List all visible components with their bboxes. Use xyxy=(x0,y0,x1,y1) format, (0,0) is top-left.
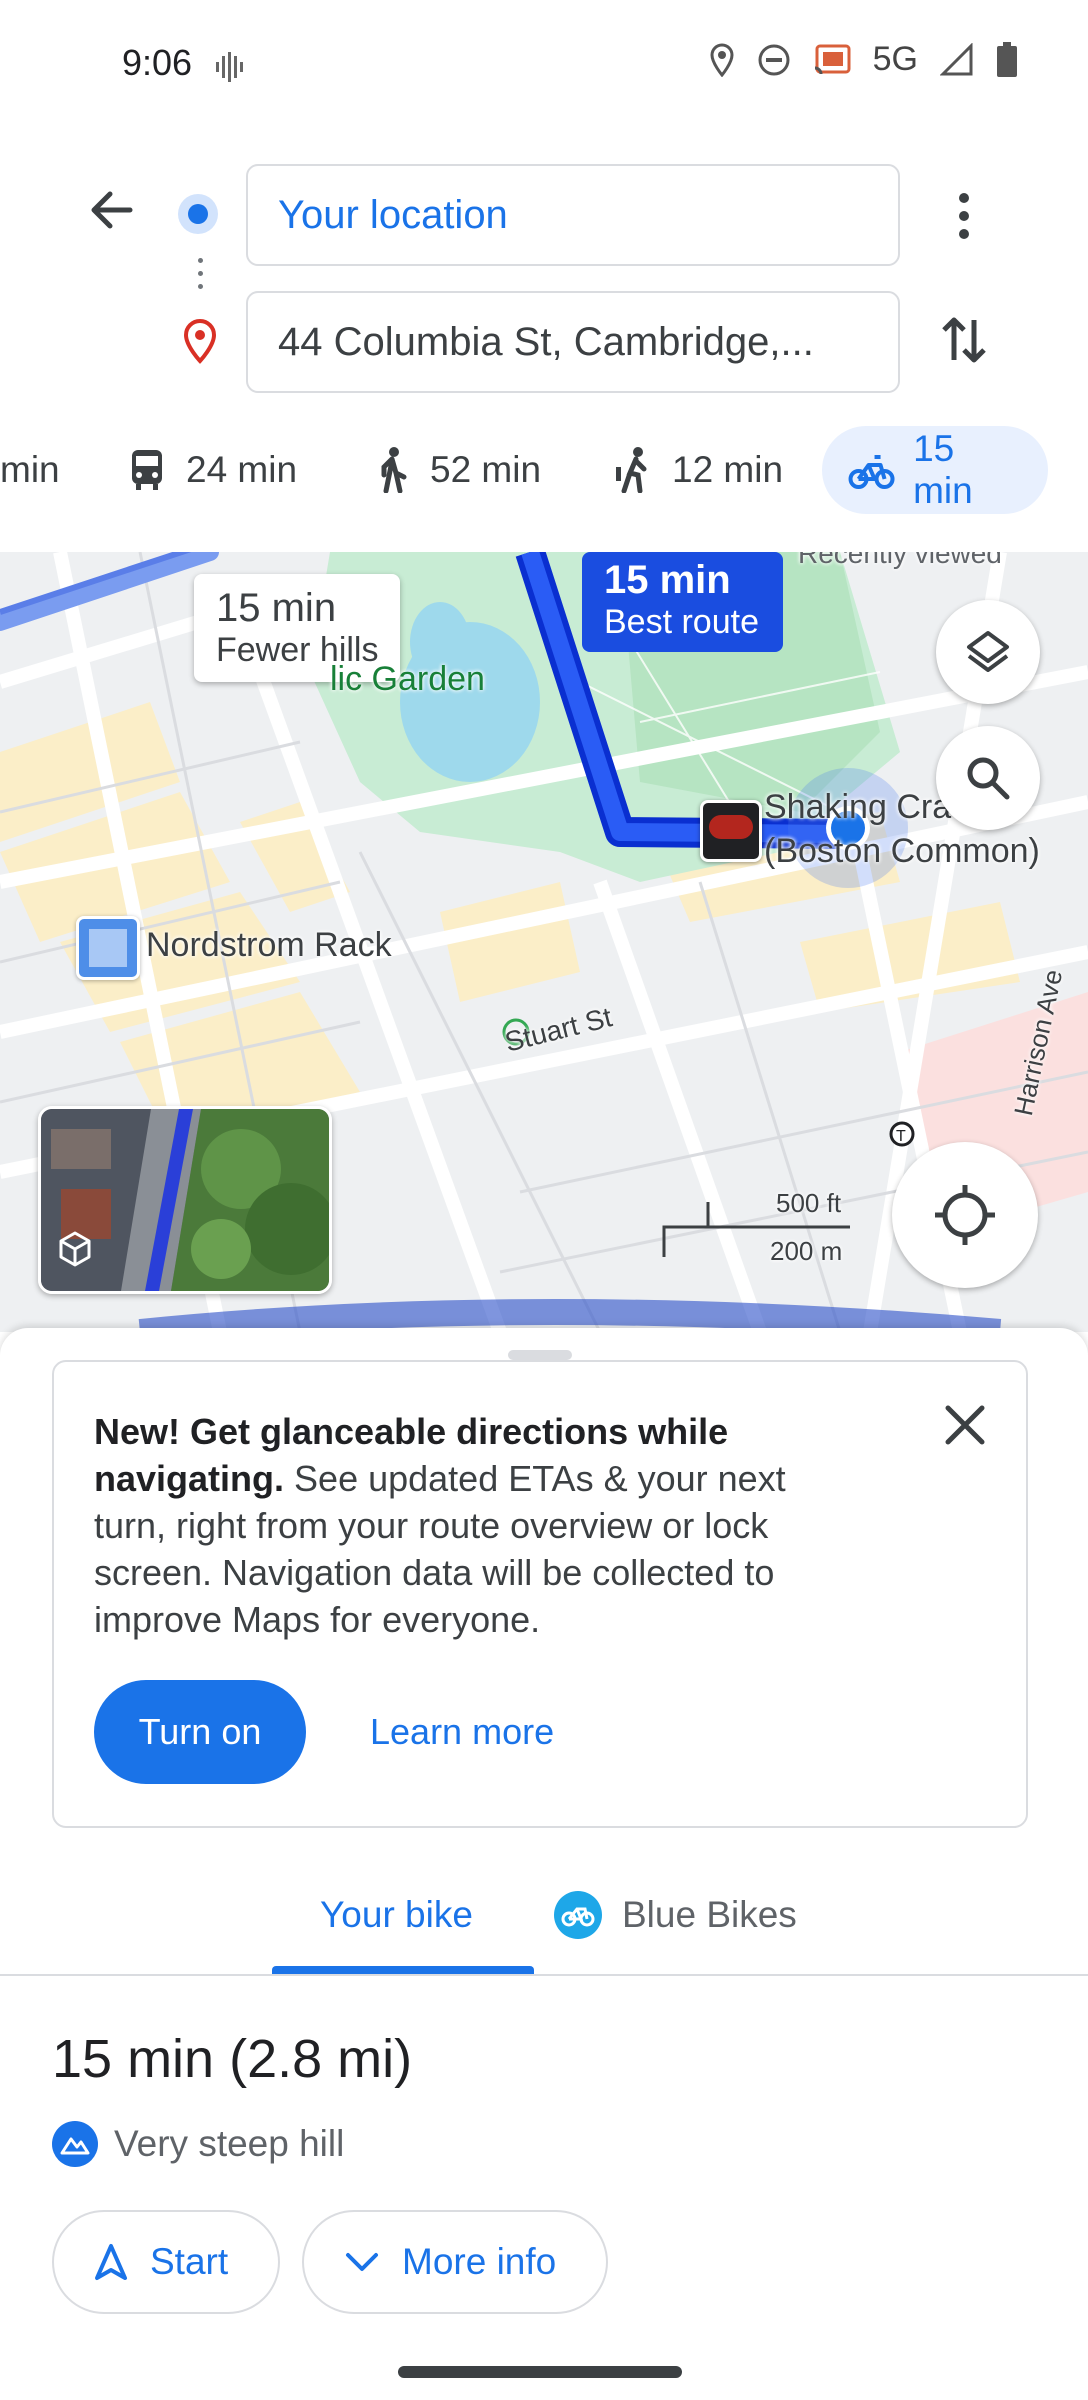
battery-icon xyxy=(997,41,1017,77)
status-bar: 9:06 5G xyxy=(0,0,1088,140)
mode-bike-label: 15 min xyxy=(913,428,973,511)
status-icons: 5G xyxy=(709,40,1018,79)
rideshare-icon xyxy=(616,447,647,493)
more-info-button[interactable]: More info xyxy=(302,2210,608,2314)
best-route-callout[interactable]: 15 min Best route xyxy=(582,552,783,652)
route-summary: 15 min (2.8 mi) xyxy=(52,2029,413,2089)
nordstrom-label[interactable]: Nordstrom Rack xyxy=(146,926,392,965)
mode-bike[interactable]: 15 min xyxy=(822,426,1048,514)
search-icon xyxy=(967,757,1010,800)
svg-text:T: T xyxy=(896,1128,906,1145)
street-view-thumbnail[interactable] xyxy=(38,1106,332,1294)
travel-mode-bar: min 24 min 52 min 12 min 15 min xyxy=(0,426,1088,514)
vibrate-icon xyxy=(216,52,243,82)
more-info-label: More info xyxy=(402,2241,557,2282)
tab-blue-bikes[interactable]: Blue Bikes xyxy=(554,1880,797,1950)
swap-icon[interactable] xyxy=(936,310,992,370)
layers-button[interactable] xyxy=(936,600,1040,704)
destination-input[interactable]: 44 Columbia St, Cambridge,... xyxy=(246,291,900,393)
home-indicator[interactable] xyxy=(398,2366,682,2378)
close-icon[interactable] xyxy=(938,1398,992,1452)
mode-walk-label: 52 min xyxy=(430,449,542,490)
sheet-drag-handle[interactable] xyxy=(508,1350,572,1360)
place-subname-label: (Boston Common) xyxy=(764,832,1040,870)
tab-divider xyxy=(0,1974,1088,1976)
chevron-down-icon xyxy=(346,2253,378,2271)
navigation-arrow-icon xyxy=(95,2244,127,2280)
mode-drive[interactable]: min xyxy=(0,426,60,514)
start-button[interactable]: Start xyxy=(52,2210,280,2314)
start-label: Start xyxy=(150,2241,229,2282)
scale-meters: 200 m xyxy=(770,1236,843,1266)
signal-icon xyxy=(940,42,973,75)
search-map-button[interactable] xyxy=(936,726,1040,830)
network-type: 5G xyxy=(872,40,918,78)
origin-input[interactable]: Your location xyxy=(246,164,900,266)
mode-transit-label: 24 min xyxy=(186,449,298,490)
turn-on-button[interactable]: Turn on xyxy=(94,1680,306,1784)
more-options-icon[interactable] xyxy=(944,188,984,244)
alt-route-time: 15 min xyxy=(216,586,337,630)
garden-label: lic Garden xyxy=(330,660,485,698)
restaurant-logo[interactable] xyxy=(700,800,762,862)
destination-pin-icon xyxy=(183,318,217,364)
place-name-label[interactable]: Shaking Cra xyxy=(764,788,951,827)
best-route-note: Best route xyxy=(604,603,759,641)
scale-feet: 500 ft xyxy=(776,1188,842,1218)
tab-your-bike[interactable]: Your bike xyxy=(320,1880,473,1950)
route-connector xyxy=(198,258,203,298)
tab-blue-bikes-label: Blue Bikes xyxy=(622,1894,797,1935)
status-time: 9:06 xyxy=(122,42,193,83)
layers-icon xyxy=(967,631,1009,672)
route-warning: Very steep hill xyxy=(52,2118,344,2170)
nordstrom-rack-icon[interactable] xyxy=(76,916,140,980)
back-arrow-icon[interactable] xyxy=(82,180,142,240)
walk-icon xyxy=(381,447,407,493)
learn-more-link[interactable]: Learn more xyxy=(370,1680,554,1784)
best-route-time: 15 min xyxy=(604,558,731,602)
bike-icon xyxy=(848,455,895,489)
location-status-icon xyxy=(710,42,734,77)
mode-drive-label: min xyxy=(0,449,60,490)
recently-viewed-label: Recently viewed xyxy=(798,552,1002,569)
crosshair-icon xyxy=(935,1185,995,1245)
mode-walk[interactable]: 52 min xyxy=(370,426,541,514)
blue-bikes-icon xyxy=(554,1891,602,1939)
mode-rideshare[interactable]: 12 min xyxy=(612,426,783,514)
active-tab-indicator xyxy=(272,1966,534,1974)
my-location-button[interactable] xyxy=(892,1142,1038,1288)
mode-rideshare-label: 12 min xyxy=(672,449,784,490)
map-view[interactable]: T 15 min Fewer hills 15 min Best route R… xyxy=(0,552,1088,1332)
hill-icon xyxy=(52,2121,98,2167)
mode-transit[interactable]: 24 min xyxy=(126,426,297,514)
promo-text: New! Get glanceable directions while nav… xyxy=(94,1408,854,1643)
route-warning-text: Very steep hill xyxy=(114,2123,345,2164)
transit-icon xyxy=(132,450,162,490)
3d-cube-icon xyxy=(59,1231,91,1267)
cast-icon xyxy=(814,44,851,74)
origin-dot-icon xyxy=(178,194,218,234)
dnd-icon xyxy=(758,44,790,75)
